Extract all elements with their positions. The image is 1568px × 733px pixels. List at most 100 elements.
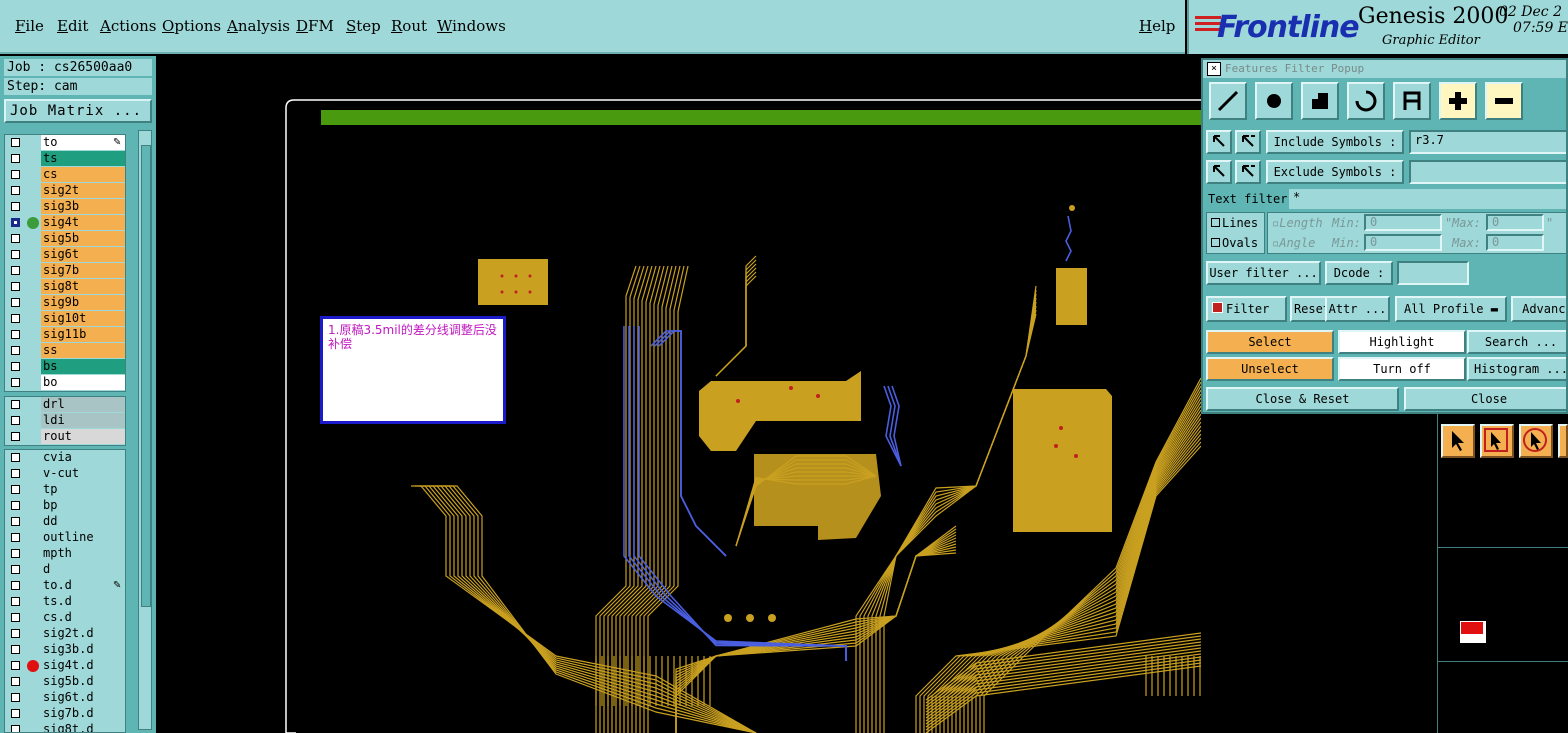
layer-row[interactable]: sig2t.d	[5, 626, 125, 642]
layer-row[interactable]: sig5b	[5, 231, 125, 247]
include-pick-button[interactable]	[1206, 130, 1232, 154]
layer-checkbox[interactable]	[11, 400, 20, 409]
ovals-toggle[interactable]: Ovals	[1211, 236, 1258, 250]
layer-checkbox[interactable]	[11, 416, 20, 425]
layer-row[interactable]: sig5b.d	[5, 674, 125, 690]
layer-row[interactable]: bo	[5, 375, 125, 391]
layer-row[interactable]: ts	[5, 151, 125, 167]
line-type-button[interactable]	[1209, 82, 1247, 120]
layer-row[interactable]: bs	[5, 359, 125, 375]
layer-checkbox[interactable]	[11, 186, 20, 195]
pointer-tool[interactable]	[1441, 424, 1475, 458]
search-button[interactable]: Search ...	[1467, 330, 1566, 354]
include-symbols-field[interactable]: r3.7	[1409, 130, 1566, 154]
layer-scrollbar[interactable]	[138, 130, 152, 730]
layer-checkbox[interactable]	[11, 266, 20, 275]
layer-checkbox[interactable]	[11, 709, 20, 718]
layer-checkbox[interactable]	[11, 202, 20, 211]
layer-row[interactable]: sig4t	[5, 215, 125, 231]
histogram-button[interactable]: Histogram ...	[1467, 357, 1566, 381]
length-max-field[interactable]: 0	[1486, 214, 1544, 231]
layer-checkbox[interactable]	[11, 378, 20, 387]
layer-row[interactable]: to ✎	[5, 135, 125, 151]
overview-window[interactable]	[1438, 547, 1568, 662]
layer-row[interactable]: sig10t	[5, 311, 125, 327]
layer-checkbox[interactable]	[11, 250, 20, 259]
positive-polarity-button[interactable]	[1439, 82, 1477, 120]
filter-toggle[interactable]: Filter	[1206, 296, 1287, 322]
layer-checkbox[interactable]	[11, 469, 20, 478]
layer-row[interactable]: sig8t	[5, 279, 125, 295]
layer-checkbox[interactable]	[11, 661, 20, 670]
layer-checkbox[interactable]	[11, 533, 20, 542]
include-clear-button[interactable]	[1235, 130, 1261, 154]
layer-row[interactable]: tp	[5, 482, 125, 498]
extra-tool[interactable]	[1558, 424, 1568, 458]
layer-row[interactable]: sig7b.d	[5, 706, 125, 722]
pad-type-button[interactable]	[1255, 82, 1293, 120]
layer-checkbox[interactable]	[11, 677, 20, 686]
menu-rout[interactable]: Rout	[391, 17, 427, 35]
exclude-symbols-button[interactable]: Exclude Symbols :	[1266, 160, 1404, 184]
layer-row[interactable]: sig6t.d	[5, 690, 125, 706]
text-filter-field[interactable]: *	[1289, 189, 1566, 209]
layer-checkbox[interactable]	[11, 517, 20, 526]
layer-checkbox[interactable]	[11, 645, 20, 654]
arc-type-button[interactable]	[1347, 82, 1385, 120]
layer-row[interactable]: cs	[5, 167, 125, 183]
dcode-button[interactable]: Dcode :	[1325, 261, 1393, 285]
lines-toggle[interactable]: Lines	[1211, 216, 1258, 230]
menu-edit[interactable]: Edit	[57, 17, 88, 35]
close-button[interactable]: Close	[1404, 387, 1566, 411]
layer-checkbox[interactable]	[11, 549, 20, 558]
length-toggle[interactable]: ▫Length	[1272, 216, 1323, 230]
layer-checkbox[interactable]	[11, 432, 20, 441]
layer-checkbox[interactable]	[11, 218, 20, 227]
layer-row[interactable]: sig11b	[5, 327, 125, 343]
layer-row[interactable]: ldi	[5, 413, 125, 429]
exclude-clear-button[interactable]	[1235, 160, 1261, 184]
layer-checkbox[interactable]	[11, 613, 20, 622]
layer-checkbox[interactable]	[11, 154, 20, 163]
surface-type-button[interactable]	[1301, 82, 1339, 120]
layer-checkbox[interactable]	[11, 597, 20, 606]
layer-checkbox[interactable]	[11, 346, 20, 355]
layer-checkbox[interactable]	[11, 501, 20, 510]
layer-row[interactable]: d	[5, 562, 125, 578]
user-filter-button[interactable]: User filter ...	[1206, 261, 1321, 285]
menu-dfm[interactable]: DFM	[296, 17, 334, 35]
menu-options[interactable]: Options	[162, 17, 221, 35]
menu-help[interactable]: Help	[1139, 17, 1175, 35]
menu-actions[interactable]: Actions	[100, 17, 156, 35]
layer-row[interactable]: bp	[5, 498, 125, 514]
unselect-button[interactable]: Unselect	[1206, 357, 1334, 381]
layer-row[interactable]: v-cut	[5, 466, 125, 482]
layer-row[interactable]: sig6t	[5, 247, 125, 263]
layer-checkbox[interactable]	[11, 565, 20, 574]
layer-row[interactable]: sig7b	[5, 263, 125, 279]
layer-checkbox[interactable]	[11, 138, 20, 147]
close-reset-button[interactable]: Close & Reset	[1206, 387, 1399, 411]
layer-checkbox[interactable]	[11, 282, 20, 291]
annotation-note[interactable]: 1.原稿3.5mil的差分线调整后没补偿	[320, 316, 506, 424]
include-symbols-button[interactable]: Include Symbols :	[1266, 130, 1404, 154]
menu-analysis[interactable]: Analysis	[227, 17, 290, 35]
layer-row[interactable]: cs.d	[5, 610, 125, 626]
turn-off-button[interactable]: Turn off	[1338, 357, 1466, 381]
select-tool[interactable]	[1480, 424, 1514, 458]
layer-row[interactable]: rout	[5, 429, 125, 445]
layer-checkbox[interactable]	[11, 453, 20, 462]
profile-select[interactable]: All Profile ▬	[1395, 296, 1507, 322]
exclude-pick-button[interactable]	[1206, 160, 1232, 184]
layer-row[interactable]: sig2t	[5, 183, 125, 199]
layer-row[interactable]: sig3b	[5, 199, 125, 215]
close-icon[interactable]: ×	[1207, 62, 1221, 76]
layer-checkbox[interactable]	[11, 170, 20, 179]
layer-checkbox[interactable]	[11, 362, 20, 371]
layer-checkbox[interactable]	[11, 693, 20, 702]
layer-row[interactable]: mpth	[5, 546, 125, 562]
layer-checkbox[interactable]	[11, 629, 20, 638]
negative-polarity-button[interactable]	[1485, 82, 1523, 120]
layer-checkbox[interactable]	[11, 314, 20, 323]
layer-row[interactable]: sig3b.d	[5, 642, 125, 658]
